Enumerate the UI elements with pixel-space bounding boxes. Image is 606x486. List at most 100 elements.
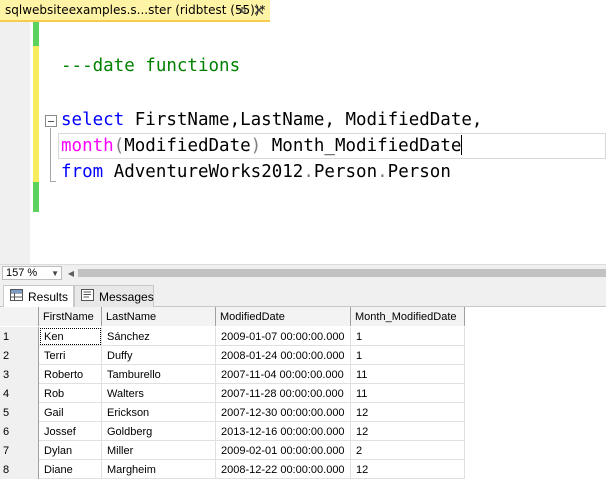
code-line-2: select FirstName,LastName, ModifiedDate, xyxy=(61,108,482,132)
pin-icon[interactable] xyxy=(234,3,248,17)
table-cell[interactable]: 11 xyxy=(351,384,465,403)
table-cell[interactable]: Ken xyxy=(39,327,102,346)
table-cell[interactable]: Duffy xyxy=(102,346,216,365)
table-cell[interactable]: Dylan xyxy=(39,441,102,460)
table-cell[interactable]: 1 xyxy=(351,327,465,346)
collapse-toggle[interactable] xyxy=(45,115,57,127)
table-cell[interactable]: 2013-12-16 00:00:00.000 xyxy=(216,422,351,441)
fold-guide xyxy=(50,128,51,182)
grid-icon xyxy=(10,289,23,304)
sql-table: Person xyxy=(387,162,451,182)
query-tab[interactable]: sqlwebsiteexamples.s...ster (ridbtest (5… xyxy=(0,0,270,22)
table-row: 1 Ken Sánchez 2009-01-07 00:00:00.000 1 xyxy=(0,327,465,346)
close-icon[interactable] xyxy=(252,3,266,17)
column-header-lastname[interactable]: LastName xyxy=(102,307,216,326)
query-tab-title: sqlwebsiteexamples.s...ster (ridbtest (5… xyxy=(5,3,266,17)
messages-icon xyxy=(81,289,94,304)
table-row: 7 Dylan Miller 2009-02-01 00:00:00.000 2 xyxy=(0,441,465,460)
row-number[interactable]: 7 xyxy=(0,441,39,460)
row-number[interactable]: 3 xyxy=(0,365,39,384)
sql-dot: . xyxy=(377,162,388,182)
tab-results-label: Results xyxy=(28,289,69,304)
table-row: 2 Terri Duffy 2008-01-24 00:00:00.000 1 xyxy=(0,346,465,365)
row-number[interactable]: 1 xyxy=(0,327,39,346)
sql-keyword-select: select xyxy=(61,110,125,130)
table-cell[interactable]: 12 xyxy=(351,460,465,479)
document-tab-bar: sqlwebsiteexamples.s...ster (ridbtest (5… xyxy=(0,0,606,22)
change-bar-unsaved xyxy=(33,46,39,182)
table-cell[interactable]: Margheim xyxy=(102,460,216,479)
table-cell[interactable]: 2007-11-28 00:00:00.000 xyxy=(216,384,351,403)
table-cell[interactable]: Terri xyxy=(39,346,102,365)
table-cell[interactable]: Walters xyxy=(102,384,216,403)
text-caret xyxy=(461,135,463,155)
table-row: 4 Rob Walters 2007-11-28 00:00:00.000 11 xyxy=(0,384,465,403)
table-cell[interactable]: Rob xyxy=(39,384,102,403)
editor-zoom-bar: 157 % ▼ ◀ xyxy=(0,264,606,280)
table-row: 6 Jossef Goldberg 2013-12-16 00:00:00.00… xyxy=(0,422,465,441)
table-cell[interactable]: Diane xyxy=(39,460,102,479)
scroll-left-icon[interactable]: ◀ xyxy=(66,267,76,279)
row-number[interactable]: 4 xyxy=(0,384,39,403)
table-cell[interactable]: Erickson xyxy=(102,403,216,422)
column-header-month-modifieddate[interactable]: Month_ModifiedDate xyxy=(351,307,465,326)
sql-paren-close: ) xyxy=(250,136,262,156)
tab-messages-label: Messages xyxy=(99,289,154,304)
table-cell[interactable]: 2008-01-24 00:00:00.000 xyxy=(216,346,351,365)
table-cell[interactable]: Goldberg xyxy=(102,422,216,441)
row-number[interactable]: 6 xyxy=(0,422,39,441)
change-bar-saved xyxy=(33,182,39,212)
table-cell[interactable]: Sánchez xyxy=(102,327,216,346)
table-cell[interactable]: 2 xyxy=(351,441,465,460)
table-cell[interactable]: Jossef xyxy=(39,422,102,441)
code-line-3: month(ModifiedDate) Month_ModifiedDate xyxy=(61,134,463,158)
table-cell[interactable]: Gail xyxy=(39,403,102,422)
table-cell[interactable]: 12 xyxy=(351,403,465,422)
code-line-1: ---date functions xyxy=(61,54,240,78)
horizontal-scrollbar-thumb[interactable] xyxy=(78,269,606,277)
tab-results[interactable]: Results xyxy=(3,285,74,307)
chevron-down-icon: ▼ xyxy=(51,269,59,278)
table-cell[interactable]: 2008-12-22 00:00:00.000 xyxy=(216,460,351,479)
editor-gutter xyxy=(0,22,30,264)
change-bar-saved xyxy=(33,22,39,46)
sql-function-month: month xyxy=(61,136,114,156)
results-grid[interactable]: FirstName LastName ModifiedDate Month_Mo… xyxy=(0,307,606,486)
grid-header-row: FirstName LastName ModifiedDate Month_Mo… xyxy=(0,307,465,326)
table-cell[interactable]: 2009-02-01 00:00:00.000 xyxy=(216,441,351,460)
column-header-modifieddate[interactable]: ModifiedDate xyxy=(216,307,351,326)
table-cell[interactable]: 2007-11-04 00:00:00.000 xyxy=(216,365,351,384)
table-cell[interactable]: 2007-12-30 00:00:00.000 xyxy=(216,403,351,422)
table-cell[interactable]: 1 xyxy=(351,346,465,365)
table-row: 8 Diane Margheim 2008-12-22 00:00:00.000… xyxy=(0,460,465,479)
sql-schema: Person xyxy=(313,162,378,182)
sql-comment: ---date functions xyxy=(61,56,241,76)
table-cell[interactable]: 11 xyxy=(351,365,465,384)
table-row: 5 Gail Erickson 2007-12-30 00:00:00.000 … xyxy=(0,403,465,422)
sql-alias: Month_ModifiedDate xyxy=(261,136,462,156)
tab-messages[interactable]: Messages xyxy=(74,285,154,307)
sql-function-arg: ModifiedDate xyxy=(124,136,251,156)
table-cell[interactable]: 2009-01-07 00:00:00.000 xyxy=(216,327,351,346)
sql-keyword-from: from xyxy=(61,162,104,182)
zoom-value: 157 % xyxy=(6,267,38,279)
table-cell[interactable]: Miller xyxy=(102,441,216,460)
table-row: 3 Roberto Tamburello 2007-11-04 00:00:00… xyxy=(0,365,465,384)
sql-paren-open: ( xyxy=(113,136,125,156)
code-line-4: from AdventureWorks2012.Person.Person xyxy=(61,160,451,184)
results-tab-strip: Results Messages xyxy=(0,280,606,307)
grid-corner-header[interactable] xyxy=(0,307,39,326)
column-header-firstname[interactable]: FirstName xyxy=(39,307,102,326)
sql-dot: . xyxy=(303,162,314,182)
zoom-dropdown[interactable]: 157 % ▼ xyxy=(2,266,62,280)
fold-guide-end xyxy=(50,181,56,182)
table-cell[interactable]: 12 xyxy=(351,422,465,441)
sql-database: AdventureWorks2012 xyxy=(103,162,304,182)
table-cell[interactable]: Roberto xyxy=(39,365,102,384)
table-cell[interactable]: Tamburello xyxy=(102,365,216,384)
row-number[interactable]: 8 xyxy=(0,460,39,479)
sql-select-columns: FirstName,LastName, ModifiedDate, xyxy=(124,110,483,130)
query-editor[interactable]: ---date functions select FirstName,LastN… xyxy=(0,22,606,264)
row-number[interactable]: 5 xyxy=(0,403,39,422)
row-number[interactable]: 2 xyxy=(0,346,39,365)
